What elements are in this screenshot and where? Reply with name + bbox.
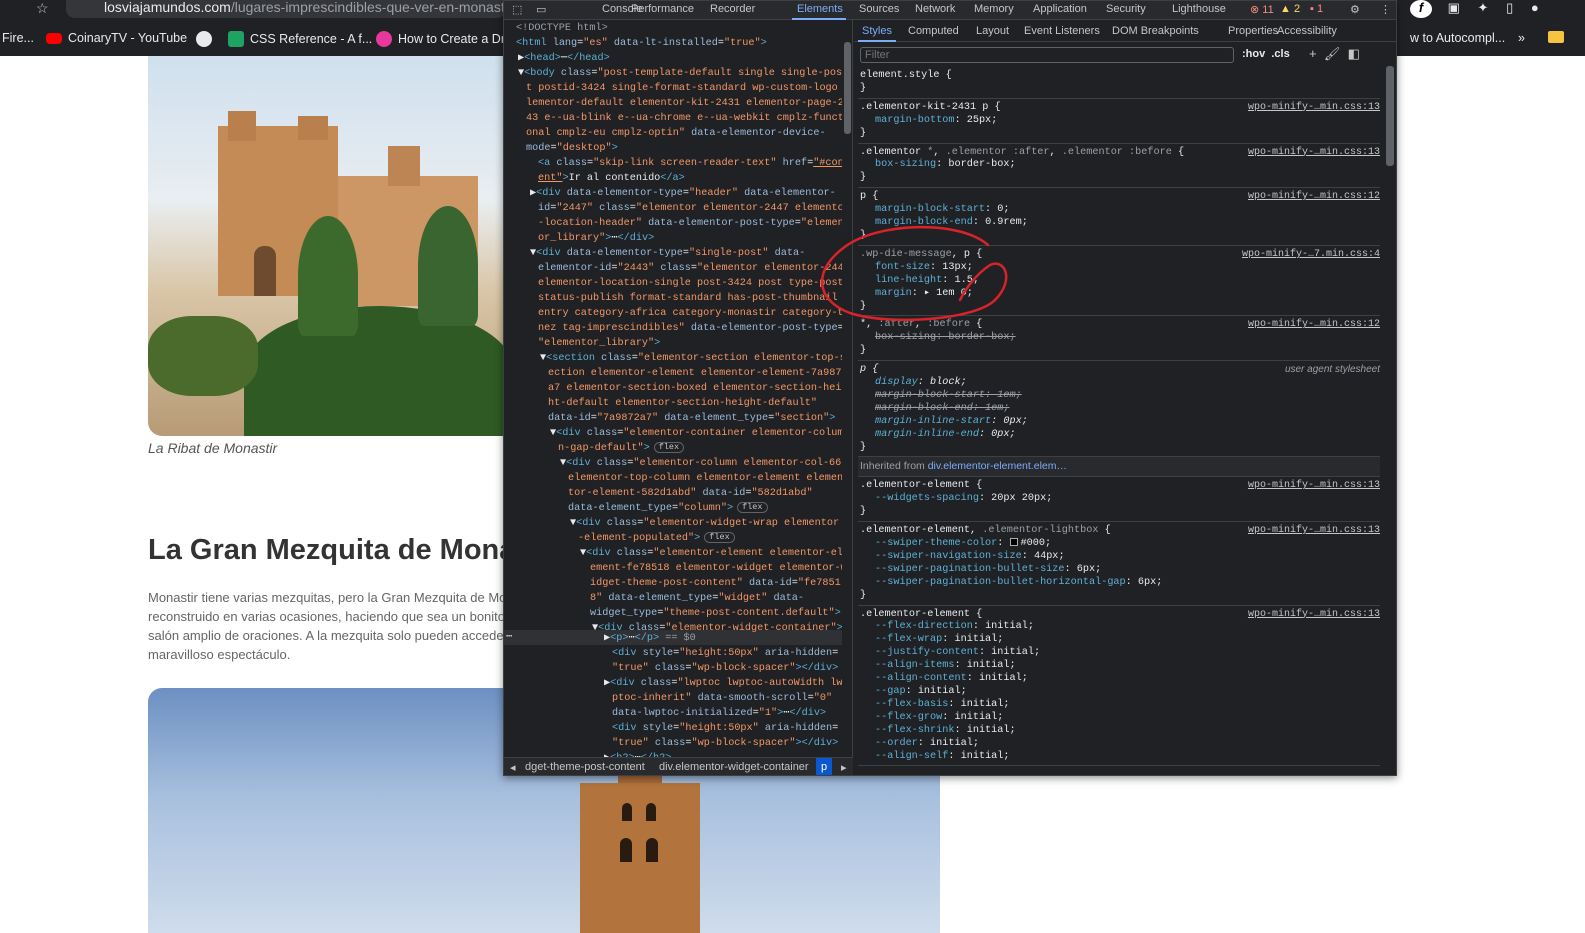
rule-source-link[interactable]: wpo-minify-…min.css:12 <box>1248 191 1380 204</box>
paragraph-line: reconstruido en varias ocasiones, hacien… <box>148 609 506 624</box>
tab-properties[interactable]: Properties <box>1228 25 1278 37</box>
paragraph-line: salón amplio de oraciones. A la mezquita… <box>148 628 508 643</box>
ribat-photo <box>148 56 518 436</box>
breadcrumb-item[interactable]: dget-theme-post-content <box>525 761 645 773</box>
paragraph-line: Monastir tiene varias mezquitas, pero la… <box>148 590 507 605</box>
elements-scrollbar-thumb[interactable] <box>844 42 851 134</box>
youtube-icon <box>46 32 62 44</box>
bookmark-item[interactable]: w to Autocompl... <box>1410 31 1505 45</box>
profile-icon[interactable]: ● <box>1531 0 1539 15</box>
css-rule[interactable]: wpo-minify-…min.css:13 .elementor-element… <box>858 522 1380 606</box>
css-rule[interactable]: wpo-minify-…min.css:13 .elementor-element… <box>858 606 1380 767</box>
css-rule[interactable]: wpo-minify-…min.css:13 .elementor *, .ele… <box>858 144 1380 189</box>
sidepanel-icon[interactable]: ▯ <box>1506 0 1513 15</box>
section-heading: La Gran Mezquita de Mona <box>148 534 516 566</box>
dom-breadcrumb: ◂ dget-theme-post-content div.elementor-… <box>504 757 853 775</box>
breadcrumb-next-icon[interactable]: ▸ <box>841 761 847 774</box>
rule-source-link[interactable]: wpo-minify-…min.css:13 <box>1248 480 1380 493</box>
paragraph-line: maravilloso espectáculo. <box>148 647 291 662</box>
settings-gear-icon[interactable]: ⚙ <box>1350 3 1360 16</box>
elements-scrollbar[interactable] <box>842 42 852 754</box>
add-rule-icon[interactable]: + <box>1309 46 1317 61</box>
styles-filter-input[interactable] <box>860 47 1234 63</box>
inspect-icon[interactable]: ⬚ <box>512 3 522 16</box>
tab-security[interactable]: Security <box>1106 3 1146 15</box>
issues-count[interactable]: ▪ 1 <box>1310 3 1323 15</box>
css-rule[interactable]: wpo-minify-…min.css:13 .elementor-element… <box>858 477 1380 523</box>
rule-source-link[interactable]: wpo-minify-…min.css:13 <box>1248 525 1380 538</box>
more-bookmarks-icon[interactable]: » <box>1518 31 1525 45</box>
extension-icon[interactable]: f <box>1410 0 1432 18</box>
toggle-sidebar-icon[interactable]: ◧ <box>1348 46 1360 61</box>
more-options-icon[interactable]: ⋮ <box>1380 3 1391 16</box>
tab-sources[interactable]: Sources <box>859 3 899 15</box>
styles-scrollbar[interactable] <box>1384 65 1396 775</box>
breadcrumb-prev-icon[interactable]: ◂ <box>510 761 516 774</box>
tab-dom-breakpoints[interactable]: DOM Breakpoints <box>1112 25 1199 37</box>
bookmark-item[interactable]: Fire... <box>2 31 34 45</box>
url-path: /lugares-imprescindibles-que-ver-en-mona… <box>230 0 505 15</box>
rule-source-link[interactable]: wpo-minify-…min.css:13 <box>1248 147 1380 160</box>
globe-icon <box>196 31 212 47</box>
warning-count[interactable]: ▲ 2 <box>1280 3 1300 15</box>
rule-source-link[interactable]: wpo-minify-…7.min.css:4 <box>1242 249 1380 262</box>
breadcrumb-item[interactable]: div.elementor-widget-container <box>659 761 809 773</box>
css-rule[interactable]: wpo-minify-…min.css:12 *, :after, :before… <box>858 316 1380 362</box>
tab-elements[interactable]: Elements <box>797 3 843 15</box>
tab-application[interactable]: Application <box>1033 3 1087 15</box>
tab-styles[interactable]: Styles <box>862 25 892 37</box>
rule-source-link[interactable]: wpo-minify-…min.css:12 <box>1248 319 1380 332</box>
user-agent-label: user agent stylesheet <box>1284 364 1380 376</box>
folder-icon[interactable] <box>1548 31 1564 43</box>
elements-dom-tree[interactable]: <!DOCTYPE html> <html lang="es" data-lt-… <box>504 20 853 757</box>
tab-accessibility[interactable]: Accessibility <box>1277 25 1337 37</box>
bookmark-item[interactable]: CoinaryTV - YouTube <box>46 31 187 45</box>
bookmark-item[interactable] <box>196 31 212 47</box>
tab-performance[interactable]: Performance <box>631 3 694 15</box>
bookmark-item[interactable]: CSS Reference - A f... <box>228 31 372 47</box>
cls-toggle[interactable]: .cls <box>1271 48 1289 60</box>
css-rule[interactable]: element.style {} <box>858 67 1380 99</box>
puzzle-icon[interactable]: ✦ <box>1478 0 1489 15</box>
error-count[interactable]: ⊗ 11 <box>1250 3 1274 16</box>
bookmark-css-icon <box>228 31 244 47</box>
tab-computed[interactable]: Computed <box>908 25 959 37</box>
css-rule[interactable]: user agent stylesheet p {display: block; m… <box>858 361 1380 458</box>
styles-subtab-bar: Styles Computed Layout Event Listeners D… <box>854 20 1396 42</box>
tab-memory[interactable]: Memory <box>974 3 1014 15</box>
bookmark-star-pink-icon <box>376 31 392 47</box>
rule-source-link[interactable]: wpo-minify-…min.css:13 <box>1248 609 1380 622</box>
hov-toggle[interactable]: :hov .cls <box>1242 48 1290 60</box>
tab-event-listeners[interactable]: Event Listeners <box>1024 25 1100 37</box>
styles-toolbar-icons: + 🖌 ◧ <box>1309 46 1360 62</box>
url-host: losviajamundos.com <box>104 0 231 15</box>
toolbar-icons: f ▣ ✦ ▯ ● <box>1410 0 1539 18</box>
rule-source-link[interactable]: wpo-minify-…min.css:13 <box>1248 102 1380 115</box>
tab-network[interactable]: Network <box>915 3 955 15</box>
css-rule[interactable]: wpo-minify-…min.css:12 p {margin-block-st… <box>858 188 1380 246</box>
tab-layout[interactable]: Layout <box>976 25 1009 37</box>
css-rule[interactable]: wpo-minify-…7.min.css:4 .wp-die-message, … <box>858 246 1380 317</box>
image-caption: La Ribat de Monastir <box>148 440 278 456</box>
css-rule[interactable]: wpo-minify-…min.css:13 .elementor-kit-243… <box>858 99 1380 144</box>
screenshot-icon[interactable]: ▣ <box>1448 0 1460 15</box>
address-bar[interactable]: losviajamundos.com/lugares-imprescindibl… <box>66 0 506 18</box>
styles-sidebar: Styles Computed Layout Event Listeners D… <box>854 20 1396 775</box>
paint-icon[interactable]: 🖌 <box>1324 46 1341 61</box>
bookmark-item[interactable]: How to Create a Dr... <box>376 31 515 47</box>
inherited-header: Inherited from div.elementor-element.ele… <box>858 457 1380 478</box>
devtools-panel: ⬚ ▭ Console Performance Recorder Element… <box>503 0 1397 776</box>
css-rules-list: element.style {} wpo-minify-…min.css:13.… <box>858 67 1380 767</box>
bookmark-star-icon[interactable]: ☆ <box>36 0 49 17</box>
tab-recorder[interactable]: Recorder <box>710 3 755 15</box>
device-toggle-icon[interactable]: ▭ <box>536 3 546 16</box>
styles-scrollbar-thumb[interactable] <box>1386 66 1394 166</box>
devtools-tab-bar: ⬚ ▭ Console Performance Recorder Element… <box>504 1 1396 20</box>
tab-lighthouse[interactable]: Lighthouse <box>1172 3 1226 15</box>
breadcrumb-item-current[interactable]: p <box>816 758 832 775</box>
